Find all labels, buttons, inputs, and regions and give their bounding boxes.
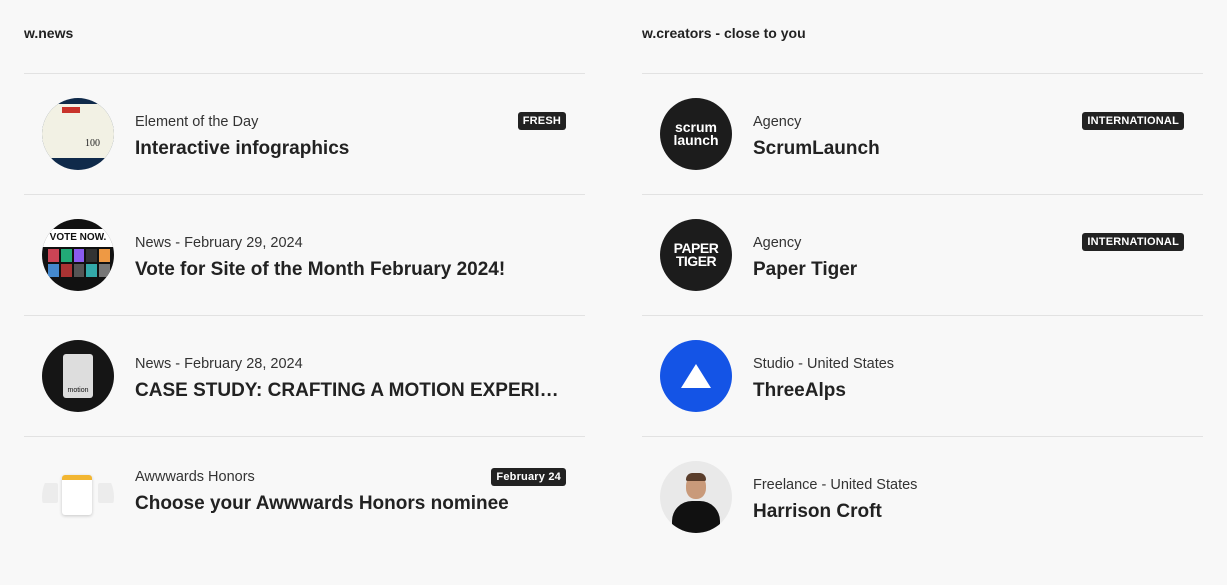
threealps-logo[interactable] — [660, 340, 732, 412]
fresh-badge: FRESH — [517, 112, 566, 130]
creator-name[interactable]: Harrison Croft — [753, 501, 1183, 523]
creator-item[interactable]: Studio - United States ThreeAlps — [642, 316, 1203, 437]
international-badge: INTERNATIONAL — [1082, 233, 1184, 251]
creators-column: w.creators - close to you scrum launch A… — [642, 0, 1203, 558]
thumbnail-number: 100 — [85, 138, 100, 149]
creators-heading: w.creators - close to you — [642, 0, 1203, 74]
creator-item[interactable]: scrum launch Agency ScrumLaunch INTERNAT… — [642, 74, 1203, 195]
news-item-meta: Element of the Day — [135, 114, 259, 130]
thumbnail-motion-text: motion — [67, 387, 89, 394]
scrumlaunch-logo[interactable]: scrum launch — [660, 98, 732, 170]
infographic-thumbnail[interactable]: 100 — [42, 98, 114, 170]
creator-meta: Studio - United States — [753, 356, 895, 372]
creator-meta: Freelance - United States — [753, 477, 918, 493]
news-item-title[interactable]: Interactive infographics — [135, 138, 565, 160]
creator-name[interactable]: ScrumLaunch — [753, 138, 1183, 160]
news-heading: w.news — [24, 0, 585, 74]
news-item[interactable]: motion News - February 28, 2024 CASE STU… — [24, 316, 585, 437]
news-column: w.news 100 Element of the Day Interactiv… — [24, 0, 585, 558]
news-item-title[interactable]: CASE STUDY: CRAFTING A MOTION EXPERIENCE — [135, 380, 565, 402]
mountain-icon — [681, 364, 711, 388]
creator-meta: Agency — [753, 235, 802, 251]
thumbnail-vote-text: VOTE NOW. — [42, 229, 114, 247]
honors-card-thumbnail[interactable] — [42, 461, 114, 533]
news-item-title[interactable]: Choose your Awwwards Honors nominee — [135, 493, 565, 515]
news-item[interactable]: VOTE NOW. News - February 29, 2024 Vote … — [24, 195, 585, 316]
motion-book-thumbnail[interactable]: motion — [42, 340, 114, 412]
creator-name[interactable]: Paper Tiger — [753, 259, 1183, 281]
news-item[interactable]: 100 Element of the Day Interactive infog… — [24, 74, 585, 195]
creator-item[interactable]: Freelance - United States Harrison Croft — [642, 437, 1203, 558]
news-item-title[interactable]: Vote for Site of the Month February 2024… — [135, 259, 565, 281]
creator-name[interactable]: ThreeAlps — [753, 380, 1183, 402]
news-item[interactable]: Awwwards Honors Choose your Awwwards Hon… — [24, 437, 585, 558]
paper-tiger-logo[interactable]: PAPER TIGER — [660, 219, 732, 291]
creator-item[interactable]: PAPER TIGER Agency Paper Tiger INTERNATI… — [642, 195, 1203, 316]
news-item-meta: News - February 28, 2024 — [135, 356, 303, 372]
harrison-croft-avatar[interactable] — [660, 461, 732, 533]
vote-now-thumbnail[interactable]: VOTE NOW. — [42, 219, 114, 291]
news-item-meta: News - February 29, 2024 — [135, 235, 303, 251]
news-item-meta: Awwwards Honors — [135, 469, 255, 485]
international-badge: INTERNATIONAL — [1082, 112, 1184, 130]
date-badge: February 24 — [491, 468, 566, 486]
creator-meta: Agency — [753, 114, 802, 130]
